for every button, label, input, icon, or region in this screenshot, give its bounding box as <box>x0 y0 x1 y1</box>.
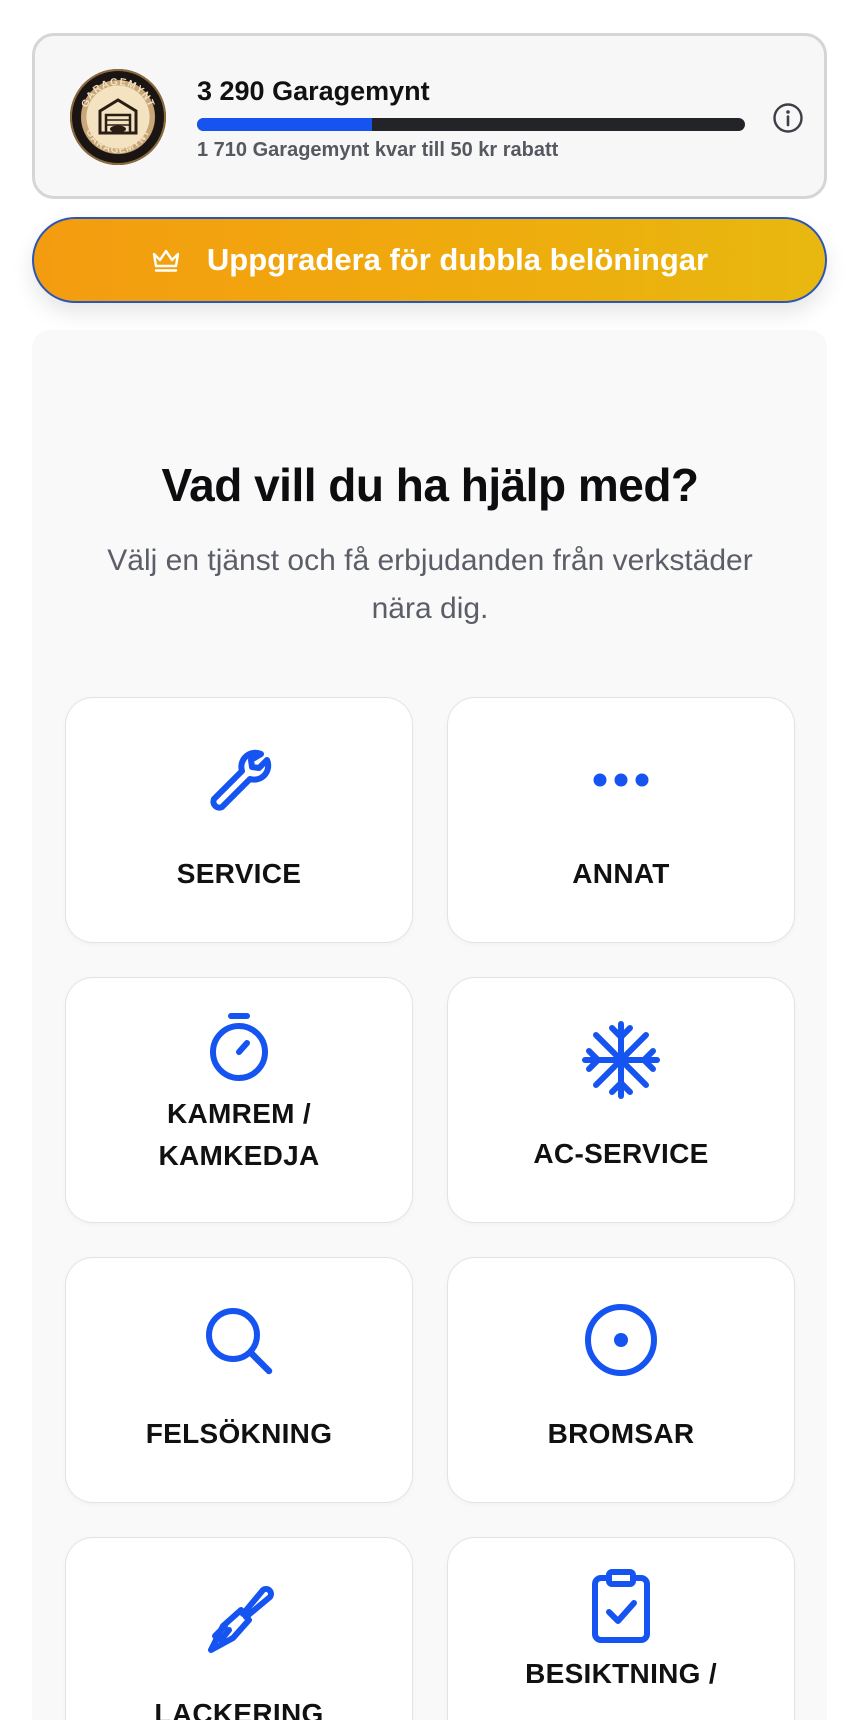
service-tile-label: LACKERING <box>154 1698 324 1720</box>
disc-icon <box>585 1304 657 1376</box>
service-tile-label-line: KAMREM / <box>167 1098 311 1129</box>
service-tile-label-line: KAMKEDJA <box>158 1140 320 1171</box>
info-icon[interactable] <box>771 101 805 135</box>
service-tile-label: KAMREM / KAMKEDJA <box>76 1093 402 1177</box>
service-tile-ac-service[interactable]: AC-SERVICE <box>447 977 795 1223</box>
coins-progress-fill <box>197 118 373 131</box>
app-screen: GARAGEMYNT GARAGEMYNT 3 290 Garagemynt 1… <box>0 0 860 1720</box>
coins-balance: 3 290 Garagemynt <box>197 76 430 106</box>
service-tile-service[interactable]: SERVICE <box>65 697 413 943</box>
upgrade-button-label: Uppgradera för dubbla belöningar <box>206 242 709 277</box>
crown-icon <box>152 249 180 272</box>
service-tile-besiktning[interactable]: BESIKTNING / <box>447 1537 795 1720</box>
page-title: Vad vill du ha hjälp med? <box>161 459 699 511</box>
svg-text:GARAGEMYNT: GARAGEMYNT <box>80 77 157 109</box>
service-tile-label: AC-SERVICE <box>533 1138 709 1169</box>
service-tile-kamrem[interactable]: KAMREM / KAMKEDJA <box>65 977 413 1223</box>
service-tile-label: SERVICE <box>176 858 302 889</box>
coins-progress-bar <box>197 118 745 131</box>
coins-remaining-text: 1 710 Garagemynt kvar till 50 kr rabatt <box>197 139 559 161</box>
service-tile-label: BROMSAR <box>547 1418 695 1449</box>
stopwatch-icon <box>210 1013 268 1081</box>
paintbrush-icon <box>208 1586 274 1653</box>
service-tile-bromsar[interactable]: BROMSAR <box>447 1257 795 1503</box>
page-subtitle: Välj en tjänst och få erbjudanden från v… <box>107 544 753 625</box>
service-tile-label: FELSÖKNING <box>145 1418 333 1449</box>
magnifier-icon <box>206 1308 273 1375</box>
service-tile-lackering[interactable]: LACKERING <box>65 1537 413 1720</box>
snowflake-icon <box>582 1021 660 1099</box>
service-tile-felsokning[interactable]: FELSÖKNING <box>65 1257 413 1503</box>
dots-icon <box>593 773 649 787</box>
coins-card[interactable]: GARAGEMYNT GARAGEMYNT 3 290 Garagemynt 1… <box>32 33 827 199</box>
service-tile-annat[interactable]: ANNAT <box>447 697 795 943</box>
wrench-icon <box>210 749 272 811</box>
garagemynt-logo: GARAGEMYNT GARAGEMYNT <box>70 69 166 165</box>
clipboard-check-icon <box>592 1569 650 1643</box>
service-tile-label: BESIKTNING / <box>525 1658 717 1689</box>
service-tile-label: ANNAT <box>572 858 670 889</box>
upgrade-button[interactable]: Uppgradera för dubbla belöningar <box>32 217 827 303</box>
